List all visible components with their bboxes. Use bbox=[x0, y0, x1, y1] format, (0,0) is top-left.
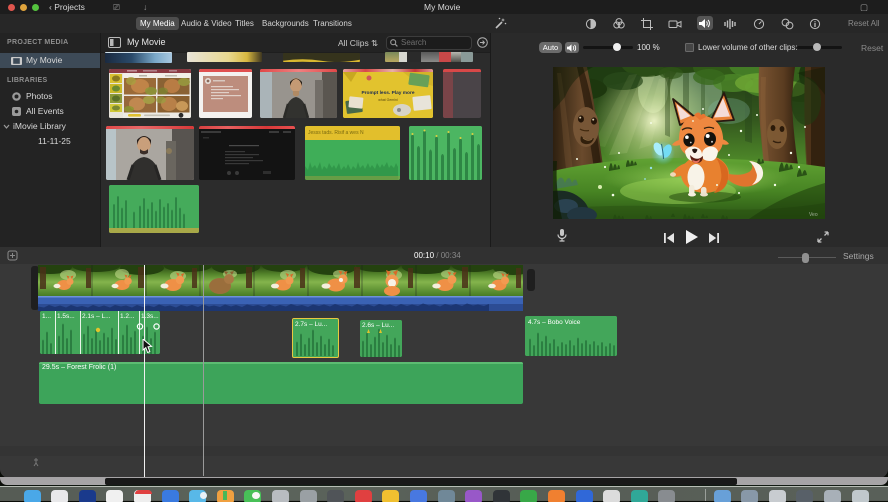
svg-text:Jesss tads. Risif a wes N: Jesss tads. Risif a wes N bbox=[308, 130, 364, 136]
svg-text:Veo: Veo bbox=[809, 212, 818, 218]
svg-text:1...: 1... bbox=[42, 313, 51, 320]
svg-text:what Gemini: what Gemini bbox=[378, 98, 398, 102]
svg-text:2.6s – Lu...: 2.6s – Lu... bbox=[362, 322, 394, 329]
svg-text:4.7s – Bobo Voice: 4.7s – Bobo Voice bbox=[528, 319, 581, 326]
svg-text:2.1s – L...: 2.1s – L... bbox=[82, 313, 111, 320]
svg-text:1.5s...: 1.5s... bbox=[57, 313, 75, 320]
svg-text:2.7s – Lu...: 2.7s – Lu... bbox=[295, 321, 327, 328]
svg-text:1.2...: 1.2... bbox=[120, 313, 135, 320]
svg-text:Prompt less. Play more: Prompt less. Play more bbox=[361, 90, 414, 96]
